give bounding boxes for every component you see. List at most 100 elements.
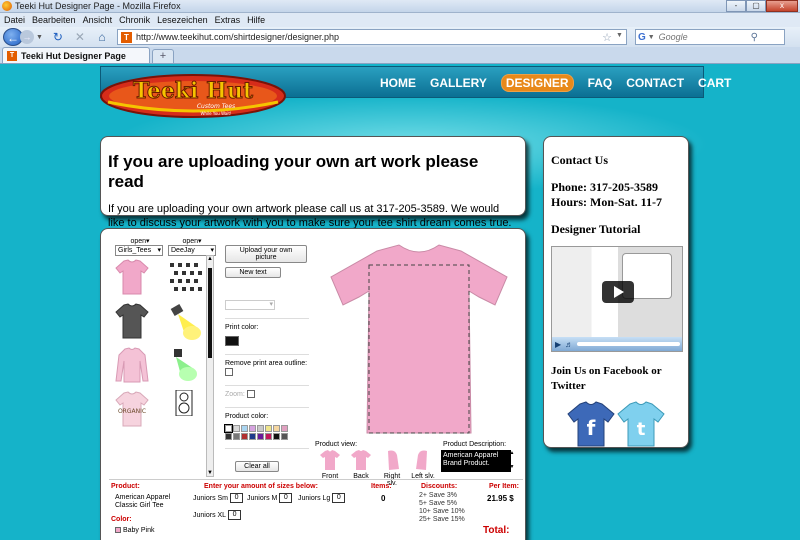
- art-thumb-grid[interactable]: [168, 259, 208, 299]
- art-thumb-yellow-spotlight[interactable]: [168, 302, 208, 344]
- per-item-price: 21.95 $: [487, 494, 514, 503]
- nav-gallery[interactable]: GALLERY: [430, 76, 487, 90]
- close-button[interactable]: x: [766, 0, 798, 12]
- tab-designer-page[interactable]: T Teeki Hut Designer Page: [2, 47, 150, 63]
- home-icon[interactable]: ⌂: [94, 29, 110, 45]
- tutorial-video[interactable]: ▶ ♬: [551, 246, 683, 352]
- bookmark-star-icon[interactable]: ☆: [602, 31, 612, 44]
- remove-outline-label: Remove print area outline:: [225, 360, 308, 367]
- maximize-button[interactable]: ▢: [746, 0, 766, 12]
- print-color-swatch[interactable]: [225, 336, 239, 346]
- menu-bearbeiten[interactable]: Bearbeiten: [32, 15, 76, 25]
- menu-datei[interactable]: Datei: [4, 15, 25, 25]
- menu-hilfe[interactable]: Hilfe: [247, 15, 265, 25]
- color-swatch[interactable]: [249, 433, 256, 440]
- size-m-input[interactable]: 0: [279, 493, 293, 503]
- per-item-header: Per Item:: [489, 483, 519, 490]
- contact-hours: Hours: Mon-Sat. 11-7: [551, 195, 662, 209]
- contact-sidebar: Contact Us Phone: 317-205-3589 Hours: Mo…: [543, 136, 689, 448]
- upload-picture-button[interactable]: Upload your own picture: [225, 245, 307, 263]
- menu-chronik[interactable]: Chronik: [119, 15, 150, 25]
- art-thumb-speaker[interactable]: [168, 389, 208, 417]
- search-engine-dropdown-icon[interactable]: ▼: [648, 34, 655, 41]
- color-swatch[interactable]: [273, 425, 280, 432]
- category-open-label[interactable]: open▾: [115, 237, 165, 245]
- minimize-button[interactable]: -: [726, 0, 746, 12]
- history-dropdown-icon[interactable]: ▼: [36, 34, 43, 41]
- volume-icon[interactable]: ♬: [565, 340, 573, 349]
- product-thumb-pink-longsleeve[interactable]: [115, 347, 149, 383]
- product-thumb-grey-tee[interactable]: [115, 303, 149, 339]
- product-thumb-pink-tee[interactable]: [115, 259, 149, 295]
- color-swatch[interactable]: [225, 433, 232, 440]
- url-dropdown-icon[interactable]: ▼: [616, 32, 623, 39]
- nav-cart[interactable]: CART: [698, 76, 731, 90]
- sizes-header: Enter your amount of sizes below:: [204, 483, 318, 490]
- artwork-scrollbar[interactable]: ▲ ▼: [206, 255, 214, 477]
- new-text-button[interactable]: New text: [225, 267, 281, 278]
- menu-extras[interactable]: Extras: [215, 15, 241, 25]
- size-lg-input[interactable]: 0: [332, 493, 346, 503]
- new-tab-button[interactable]: +: [152, 49, 174, 63]
- color-swatch[interactable]: [265, 425, 272, 432]
- size-juniors-lg: Juniors Lg 0: [298, 493, 346, 503]
- remove-outline-checkbox[interactable]: [225, 368, 233, 377]
- forward-button[interactable]: →: [20, 30, 34, 44]
- zoom-label: Zoom:: [225, 391, 245, 398]
- facebook-icon[interactable]: f: [566, 400, 616, 448]
- svg-text:f: f: [587, 416, 596, 440]
- search-input[interactable]: [658, 32, 749, 42]
- color-swatch[interactable]: [257, 425, 264, 432]
- play-icon[interactable]: [602, 281, 634, 303]
- product-view-label: Product view:: [315, 441, 358, 448]
- nav-designer[interactable]: DESIGNER: [500, 74, 574, 92]
- size-sm-input[interactable]: 0: [230, 493, 244, 503]
- divider: [225, 318, 309, 319]
- search-bar[interactable]: G ▼ ⚲: [634, 29, 785, 45]
- zoom-checkbox[interactable]: [246, 390, 255, 399]
- color-swatch[interactable]: [281, 433, 288, 440]
- scroll-down-icon[interactable]: ▼: [207, 470, 213, 476]
- stop-icon[interactable]: ✕: [72, 29, 88, 45]
- nav-faq[interactable]: FAQ: [588, 76, 613, 90]
- nav-home[interactable]: HOME: [380, 76, 416, 90]
- color-swatch[interactable]: [273, 433, 280, 440]
- color-swatch[interactable]: [233, 433, 240, 440]
- twitter-icon[interactable]: t: [616, 400, 666, 448]
- scroll-up-icon[interactable]: ▲: [207, 256, 213, 262]
- color-swatch[interactable]: [281, 425, 288, 432]
- color-swatch[interactable]: [249, 425, 256, 432]
- color-swatch[interactable]: [224, 424, 233, 433]
- product-color-swatches: [224, 424, 309, 440]
- discount-tier: 10+ Save 10%: [419, 508, 465, 515]
- color-swatch[interactable]: [241, 425, 248, 432]
- shirt-preview[interactable]: [319, 237, 519, 437]
- art-open-label[interactable]: open▾: [168, 237, 216, 245]
- clear-all-button[interactable]: Clear all: [235, 461, 279, 472]
- category-select[interactable]: Girls_Tees: [115, 245, 163, 256]
- video-seek-bar[interactable]: [577, 342, 680, 346]
- google-icon[interactable]: G: [638, 32, 646, 43]
- menu-ansicht[interactable]: Ansicht: [83, 15, 113, 25]
- color-swatch[interactable]: [257, 433, 264, 440]
- color-swatch[interactable]: [233, 425, 240, 432]
- description-scroll-icon[interactable]: ▲ ▼: [509, 450, 515, 472]
- scrollbar-thumb[interactable]: [208, 268, 212, 358]
- category-column: open▾ Girls_Tees: [115, 237, 165, 256]
- menu-lesezeichen[interactable]: Lesezeichen: [157, 15, 208, 25]
- nav-contact[interactable]: CONTACT: [626, 76, 684, 90]
- zoom-row: Zoom:: [225, 390, 309, 399]
- color-swatch[interactable]: [265, 433, 272, 440]
- video-play-icon[interactable]: ▶: [555, 340, 561, 349]
- product-thumb-organic-tee[interactable]: ORGANIC: [115, 391, 149, 427]
- art-thumb-green-spotlight[interactable]: [168, 347, 208, 387]
- address-bar[interactable]: T http://www.teekihut.com/shirtdesigner/…: [116, 29, 627, 45]
- teeki-hut-logo[interactable]: Teeki Hut Custom Tees While You Wait!: [98, 72, 288, 122]
- reload-icon[interactable]: ↻: [50, 29, 66, 45]
- search-icon[interactable]: ⚲: [751, 32, 758, 43]
- color-swatch[interactable]: [241, 433, 248, 440]
- size-xl-input[interactable]: 0: [228, 510, 242, 520]
- url-text[interactable]: http://www.teekihut.com/shirtdesigner/de…: [136, 32, 339, 42]
- font-select[interactable]: [225, 300, 275, 310]
- contact-heading: Contact Us: [551, 153, 608, 167]
